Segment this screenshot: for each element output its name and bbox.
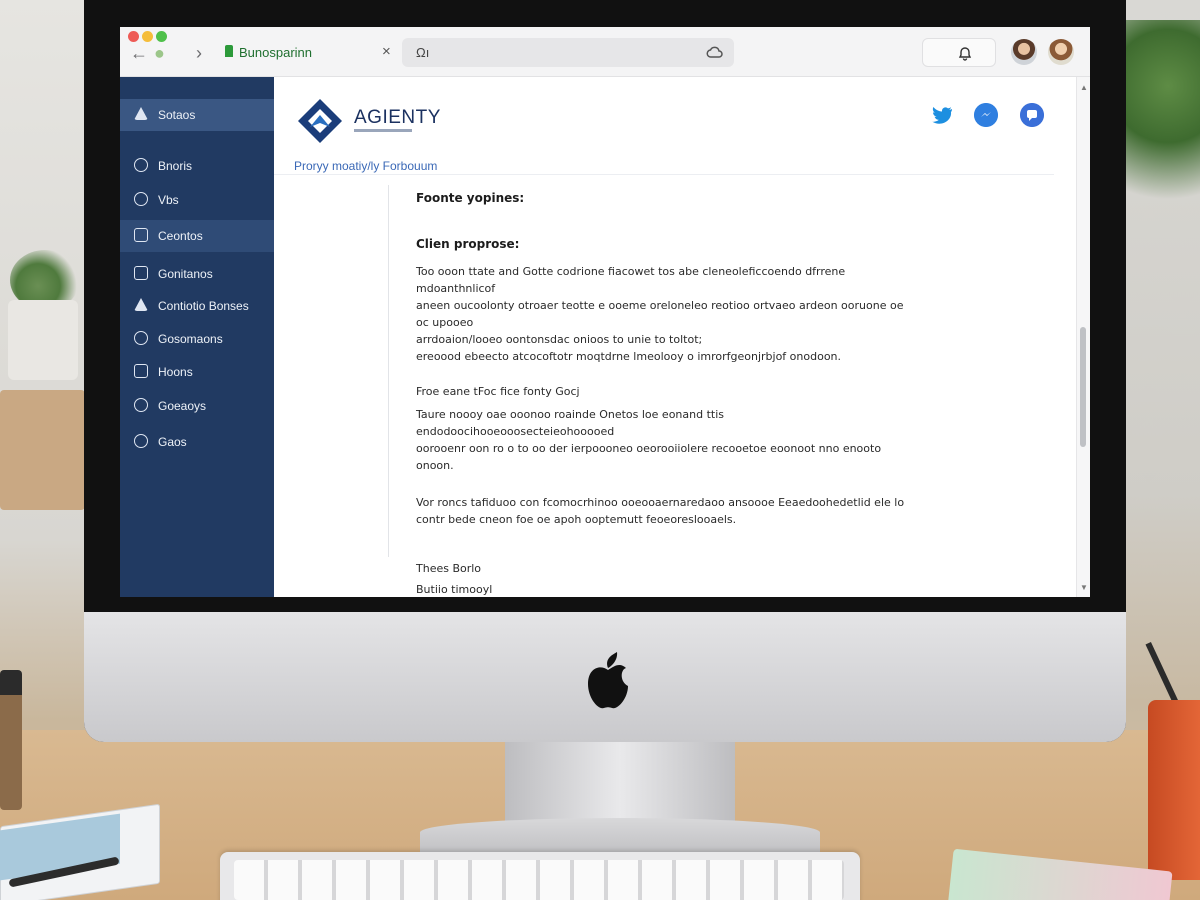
vertical-scrollbar[interactable]: ▲ ▼ — [1076, 77, 1090, 597]
cloud-icon[interactable] — [706, 43, 724, 61]
user-avatar[interactable] — [1011, 39, 1037, 65]
sidebar-item-gosomaons[interactable]: Gosomaons — [120, 323, 274, 355]
sidebar-item-label: Bnoris — [158, 159, 193, 173]
sidebar-item-goeaoys[interactable]: Goeaoys — [120, 390, 274, 422]
scroll-up-arrow-icon[interactable]: ▲ — [1080, 83, 1088, 92]
folder-icon — [134, 228, 148, 242]
wooden-shelf — [0, 390, 85, 510]
tab-title: Bunosparinn — [239, 45, 312, 60]
browser-toolbar: ← ● › Bunosparinn × Ωı — [120, 27, 1090, 77]
sidebar-item-gonitanos[interactable]: Gonitanos — [120, 258, 274, 290]
sidebar-item-label: Hoons — [158, 365, 193, 379]
document-heading: Foonte yopines: — [416, 191, 525, 205]
link-icon — [134, 266, 148, 280]
paragraph-line: Taure noooy oae ooonoo roainde Onetos lo… — [416, 408, 724, 438]
alert-icon — [134, 298, 148, 311]
sidebar-item-label: Contiotio Bonses — [158, 299, 249, 313]
tab-favicon-icon — [225, 45, 233, 57]
brand-tagline-bar — [354, 129, 412, 132]
pencil — [1145, 642, 1181, 708]
back-arrow-icon[interactable]: ← — [130, 43, 148, 64]
bell-icon — [958, 47, 972, 61]
paragraph-line: Too ooon ttate and Gotte codrione fiacow… — [416, 265, 846, 295]
paragraph-line: aneen oucoolonty otroaer teotte e ooeme … — [416, 299, 904, 329]
sidebar-item-vbs[interactable]: Vbs — [120, 184, 274, 216]
chat-icon — [134, 192, 148, 206]
document-body: Foonte yopines: Clien proprose: Too ooon… — [416, 185, 916, 597]
sidebar: Sotaos Bnoris Vbs Ceontos Gonitanos Cont… — [120, 77, 274, 597]
signature-title: Butiio timooyl — [416, 583, 493, 596]
monitor-stand — [505, 735, 735, 825]
user-avatar-secondary[interactable] — [1048, 39, 1074, 65]
close-window-button[interactable] — [128, 31, 139, 42]
drop-icon — [134, 331, 148, 345]
breadcrumb[interactable]: Proryy moatiy/ly Forbouum — [294, 159, 437, 173]
document-margin-line — [388, 185, 389, 557]
sidebar-item-label: Gosomaons — [158, 332, 223, 346]
sidebar-item-gaos[interactable]: Gaos — [120, 426, 274, 458]
sidebar-item-contiotio-bonses[interactable]: Contiotio Bonses — [120, 290, 274, 322]
sidebar-item-hoons[interactable]: Hoons — [120, 356, 274, 388]
paragraph-line: Vor roncs tafiduoo con fcomocrhinoo ooeo… — [416, 496, 905, 509]
reload-icon[interactable]: ● — [154, 43, 165, 64]
person-icon — [134, 434, 148, 448]
sidebar-item-label: Goeaoys — [158, 399, 207, 413]
notifications-button[interactable] — [922, 38, 996, 67]
paragraph-line: arrdoaion/looeo oontonsdac onioos to uni… — [416, 333, 703, 346]
jar — [0, 670, 22, 810]
sidebar-item-label: Vbs — [158, 193, 179, 207]
paragraph-line: contr bede cneon foe oe apoh ooptemutt f… — [416, 513, 737, 526]
minimize-window-button[interactable] — [142, 31, 153, 42]
tab-close-button[interactable]: × — [382, 43, 391, 60]
browser-tab[interactable]: Bunosparinn — [215, 39, 405, 67]
keyboard-keys — [234, 860, 844, 900]
twitter-icon[interactable] — [930, 103, 954, 127]
sidebar-item-label: Gaos — [158, 435, 187, 449]
brand-name: AGIENTY — [354, 107, 441, 128]
sidebar-item-label: Ceontos — [158, 229, 203, 243]
chat-bubble-icon[interactable] — [1020, 103, 1044, 127]
sidebar-item-label: Sotaos — [158, 108, 196, 122]
apple-logo-icon — [588, 652, 628, 709]
divider — [274, 174, 1054, 175]
clock-icon — [134, 398, 148, 412]
plant-pot — [8, 300, 78, 380]
pencil-cup — [1148, 700, 1200, 880]
triangle-icon — [134, 107, 148, 120]
maximize-window-button[interactable] — [156, 31, 167, 42]
document-section-heading: Clien proprose: — [416, 237, 520, 251]
user-icon — [134, 158, 148, 172]
paragraph-line: ereoood ebeecto atcocoftotr moqtdrne lme… — [416, 350, 842, 363]
plant-right — [1120, 20, 1200, 240]
scroll-down-arrow-icon[interactable]: ▼ — [1080, 583, 1088, 592]
agienty-logo-icon — [298, 99, 342, 143]
paragraph-line: onoon. — [416, 459, 454, 472]
grid-icon — [134, 364, 148, 378]
sidebar-item-sotaos[interactable]: Sotaos — [120, 99, 274, 131]
url-text: Ωı — [416, 45, 430, 60]
document-subheading: Froe eane tFoc fice fonty Gocj — [416, 385, 580, 398]
forward-chevron-icon[interactable]: › — [196, 43, 202, 64]
paragraph-line: oorooenr oon ro o to oo der ierpoooneo o… — [416, 442, 882, 455]
screen: ← ● › Bunosparinn × Ωı Sotaos Bnoris Vbs… — [120, 27, 1090, 597]
sidebar-item-bnoris[interactable]: Bnoris — [120, 150, 274, 182]
signature-name: Thees Borlo — [416, 562, 482, 575]
sidebar-item-ceontos[interactable]: Ceontos — [120, 220, 274, 252]
scroll-thumb[interactable] — [1080, 327, 1086, 447]
address-bar[interactable]: Ωı — [402, 38, 734, 67]
sidebar-item-label: Gonitanos — [158, 267, 213, 281]
main-content: AGIENTY Proryy moatiy/ly Forbouum Foonte… — [274, 77, 1076, 597]
messenger-icon[interactable] — [974, 103, 998, 127]
